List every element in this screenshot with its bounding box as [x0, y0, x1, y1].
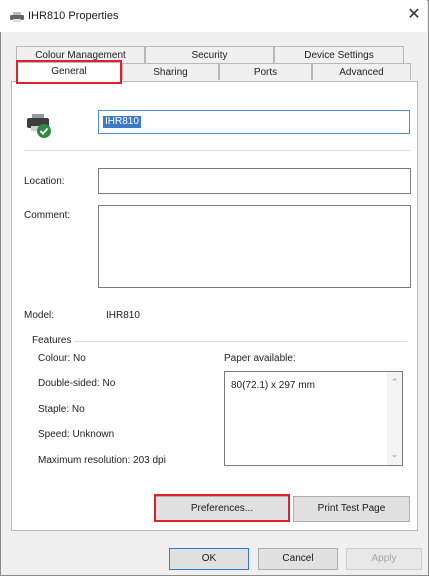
- tab-ports[interactable]: Ports: [219, 63, 312, 80]
- location-label: Location:: [24, 176, 65, 187]
- tab-sharing[interactable]: Sharing: [122, 63, 219, 80]
- feature-colour: Colour: No: [38, 353, 86, 364]
- comment-label: Comment:: [24, 210, 71, 221]
- apply-button[interactable]: Apply: [346, 548, 422, 570]
- features-divider: [32, 341, 407, 342]
- feature-double-sided: Double-sided: No: [38, 378, 116, 389]
- printer-icon: [10, 12, 24, 22]
- paper-list-scrollbar[interactable]: ⌃ ⌄: [387, 372, 402, 465]
- tab-security[interactable]: Security: [145, 46, 274, 63]
- ok-button[interactable]: OK: [169, 548, 249, 570]
- feature-max-resolution: Maximum resolution: 203 dpi: [38, 455, 166, 466]
- model-value: IHR810: [106, 310, 140, 321]
- tab-device-settings[interactable]: Device Settings: [274, 46, 404, 63]
- paper-item[interactable]: 80(72.1) x 297 mm: [231, 380, 315, 391]
- features-title: Features: [32, 335, 75, 346]
- paper-available-list[interactable]: 80(72.1) x 297 mm ⌃ ⌄: [224, 371, 403, 466]
- scroll-up-icon[interactable]: ⌃: [390, 378, 399, 387]
- paper-available-label: Paper available:: [224, 353, 296, 364]
- close-icon[interactable]: ✕: [405, 6, 423, 24]
- window-title: IHR810 Properties: [28, 10, 119, 22]
- printer-name-input[interactable]: IHR810: [98, 110, 410, 134]
- general-tab-highlight: [16, 60, 122, 84]
- printer-ready-icon: [27, 114, 51, 138]
- preferences-highlight: [154, 494, 290, 522]
- title-bar: IHR810 Properties ✕: [0, 0, 427, 32]
- comment-textarea[interactable]: [98, 205, 411, 288]
- tab-advanced[interactable]: Advanced: [312, 63, 411, 80]
- model-label: Model:: [24, 310, 55, 321]
- location-input[interactable]: [98, 168, 411, 194]
- feature-staple: Staple: No: [38, 404, 85, 415]
- feature-speed: Speed: Unknown: [38, 429, 115, 440]
- cancel-button[interactable]: Cancel: [258, 548, 338, 570]
- printer-name-value: IHR810: [103, 116, 141, 128]
- scroll-down-icon[interactable]: ⌄: [390, 450, 399, 459]
- print-test-page-button[interactable]: Print Test Page: [293, 496, 410, 522]
- divider: [24, 150, 410, 151]
